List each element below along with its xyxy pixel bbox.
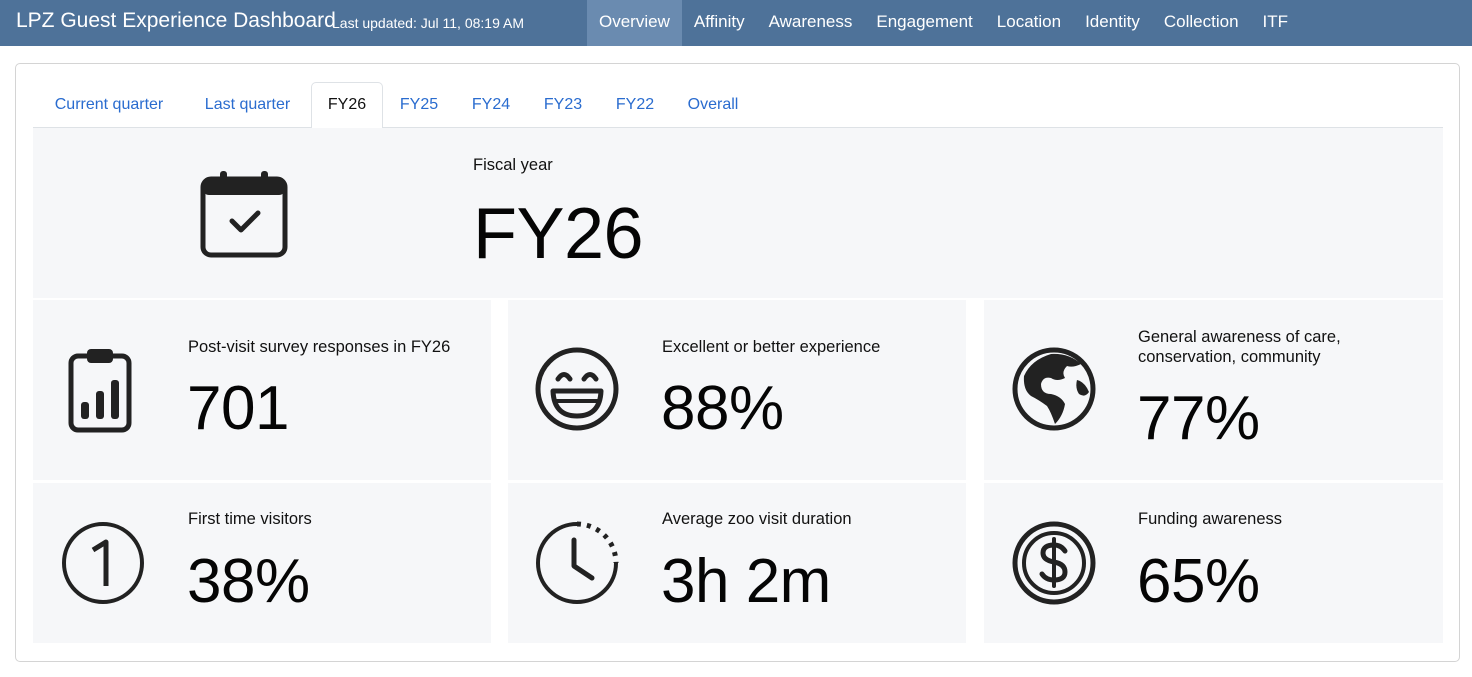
metric-card-excellent-experience: Excellent or better experience 88% bbox=[508, 300, 966, 480]
metric-value: 65% bbox=[1137, 547, 1260, 616]
metric-value: 701 bbox=[187, 374, 289, 443]
metric-card-visit-duration: Average zoo visit duration 3h 2m bbox=[508, 483, 966, 643]
period-tabs: Current quarter Last quarter FY26 FY25 F… bbox=[33, 82, 1443, 129]
dashboard-panel: Current quarter Last quarter FY26 FY25 F… bbox=[15, 63, 1460, 662]
tab-fy25[interactable]: FY25 bbox=[383, 82, 455, 128]
nav-item-affinity[interactable]: Affinity bbox=[682, 0, 757, 46]
nav-item-collection[interactable]: Collection bbox=[1152, 0, 1251, 46]
tab-current-quarter[interactable]: Current quarter bbox=[33, 82, 185, 128]
metric-card-general-awareness: General awareness of care, conservation,… bbox=[984, 300, 1443, 480]
metric-label: First time visitors bbox=[188, 510, 312, 528]
nav-item-overview[interactable]: Overview bbox=[587, 0, 682, 46]
top-navbar: LPZ Guest Experience Dashboard Last upda… bbox=[0, 0, 1472, 46]
metric-value: 77% bbox=[1137, 384, 1260, 453]
metric-card-first-time-visitors: First time visitors 38% bbox=[33, 483, 491, 643]
nav-item-engagement[interactable]: Engagement bbox=[864, 0, 984, 46]
metric-value: 3h 2m bbox=[661, 547, 831, 616]
clipboard-chart-icon bbox=[67, 347, 133, 438]
metric-value: 88% bbox=[661, 374, 784, 443]
metric-label: Funding awareness bbox=[1138, 510, 1283, 528]
fiscal-year-value: FY26 bbox=[473, 194, 644, 274]
tab-fy24[interactable]: FY24 bbox=[455, 82, 527, 128]
calendar-check-icon bbox=[200, 171, 288, 264]
nav-item-itf[interactable]: ITF bbox=[1251, 0, 1301, 46]
clock-icon bbox=[534, 520, 620, 611]
tab-fy22[interactable]: FY22 bbox=[599, 82, 671, 128]
main-nav: Overview Affinity Awareness Engagement L… bbox=[587, 0, 1300, 46]
metric-label: Excellent or better experience bbox=[662, 338, 881, 356]
grinning-face-icon bbox=[534, 346, 620, 437]
nav-item-awareness[interactable]: Awareness bbox=[757, 0, 865, 46]
metric-label: Post-visit survey responses in FY26 bbox=[188, 338, 451, 356]
nav-item-identity[interactable]: Identity bbox=[1073, 0, 1152, 46]
fiscal-year-card: Fiscal year FY26 bbox=[33, 128, 1443, 298]
dollar-coin-icon bbox=[1011, 520, 1097, 611]
metric-label: Average zoo visit duration bbox=[662, 510, 852, 528]
metric-card-survey-responses: Post-visit survey responses in FY26 701 bbox=[33, 300, 491, 480]
fiscal-year-label: Fiscal year bbox=[473, 156, 553, 174]
tab-overall[interactable]: Overall bbox=[671, 82, 755, 128]
tab-fy26[interactable]: FY26 bbox=[311, 82, 383, 129]
last-updated-text: Last updated: Jul 11, 08:19 AM bbox=[332, 15, 524, 31]
tab-last-quarter[interactable]: Last quarter bbox=[185, 82, 310, 128]
circled-one-icon bbox=[60, 520, 146, 611]
nav-item-location[interactable]: Location bbox=[985, 0, 1073, 46]
globe-americas-icon bbox=[1011, 346, 1097, 437]
metric-value: 38% bbox=[187, 547, 310, 616]
metric-card-funding-awareness: Funding awareness 65% bbox=[984, 483, 1443, 643]
metric-label: General awareness of care, conservation,… bbox=[1138, 328, 1341, 366]
tab-fy23[interactable]: FY23 bbox=[527, 82, 599, 128]
app-title[interactable]: LPZ Guest Experience Dashboard bbox=[16, 9, 336, 33]
